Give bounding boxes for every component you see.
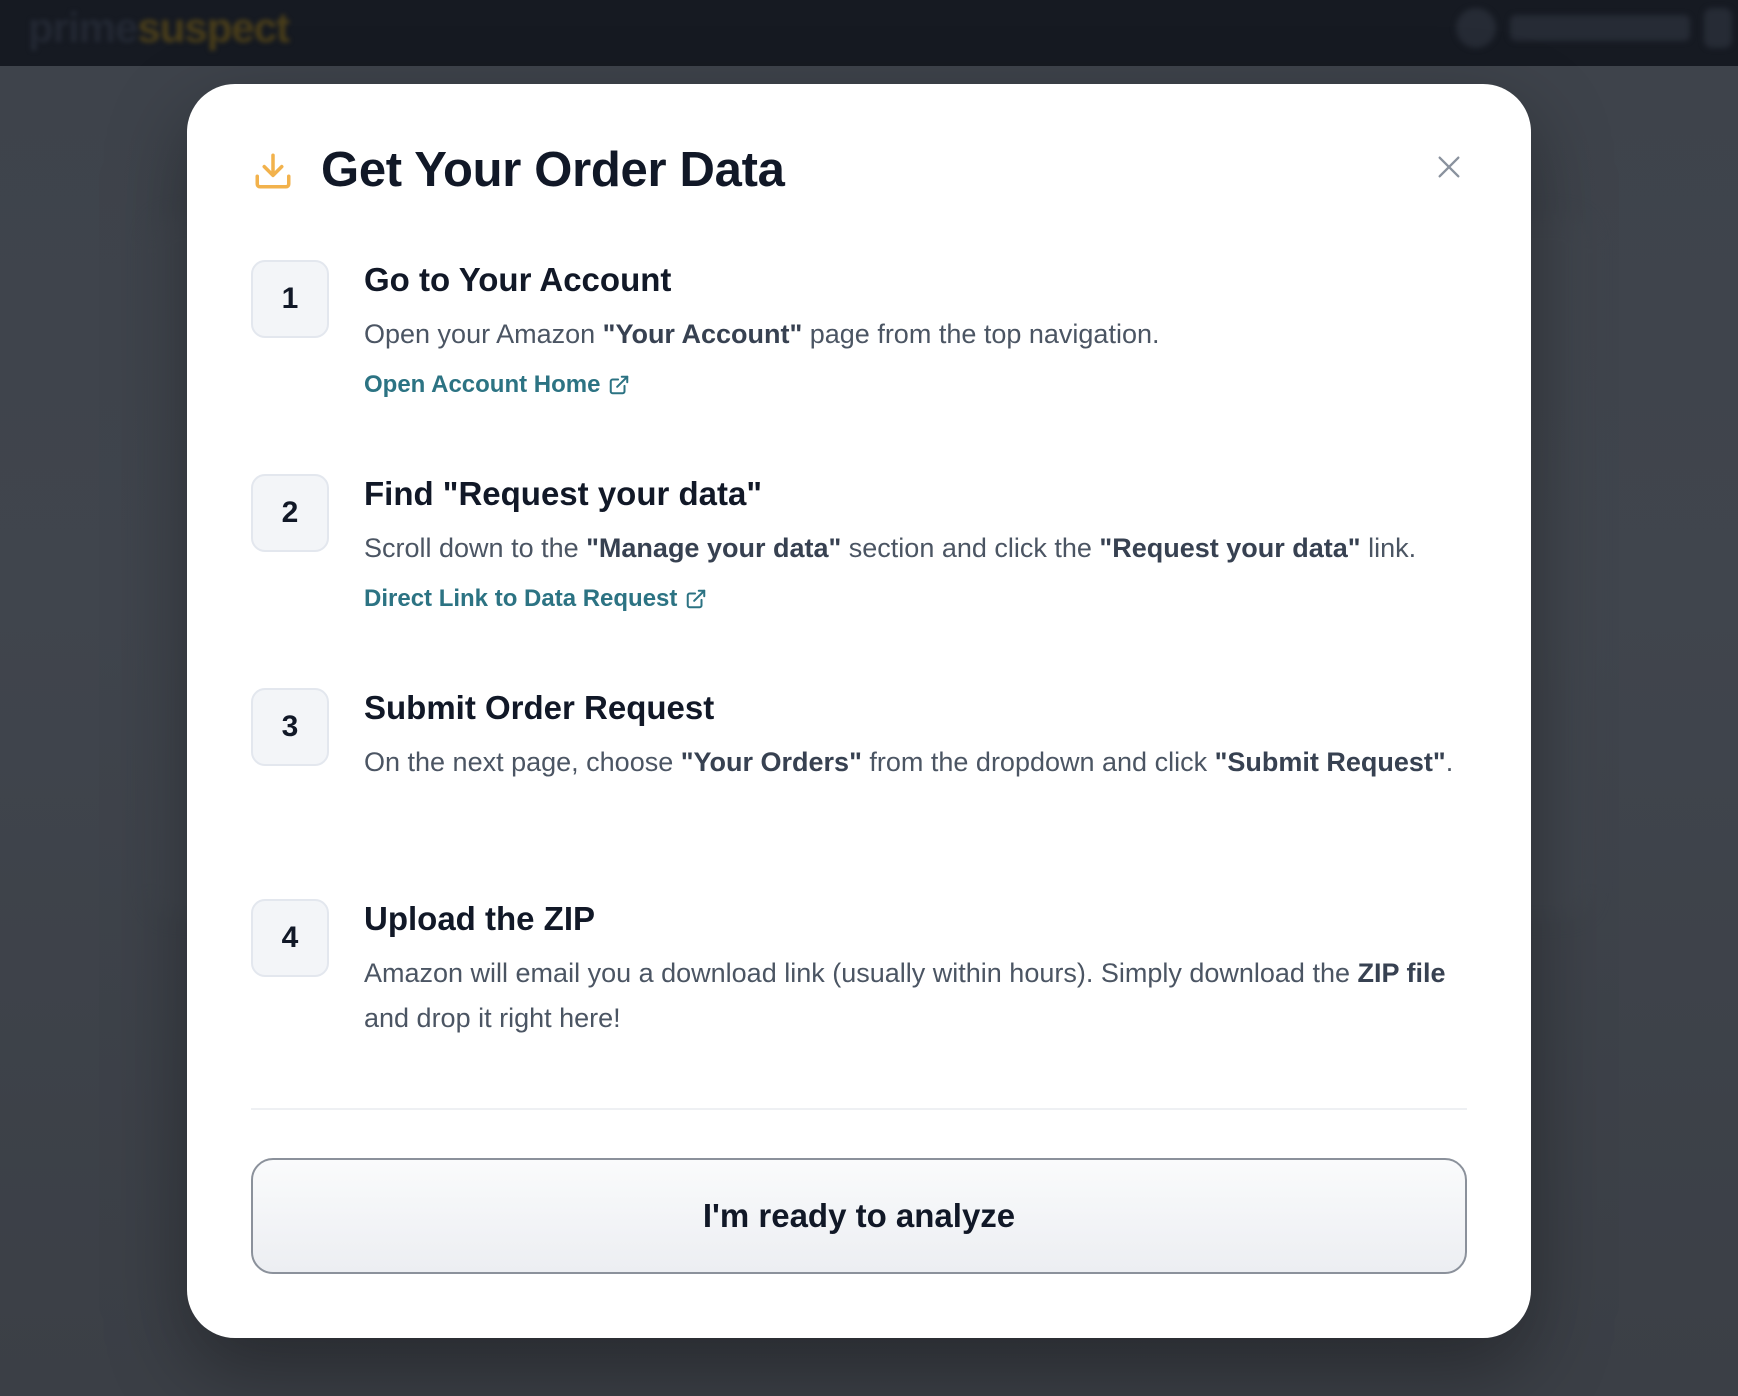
open-account-home-link[interactable]: Open Account Home <box>364 369 630 401</box>
step-description-text: Amazon will email you a download link (u… <box>364 958 1358 988</box>
modal-header: Get Your Order Data <box>251 146 785 195</box>
close-button[interactable] <box>1427 146 1471 190</box>
step-description: Open your Amazon "Your Account" page fro… <box>364 312 1467 357</box>
header-menu-placeholder <box>1704 8 1732 48</box>
order-data-modal: Get Your Order Data 1 Go to Your Account… <box>187 84 1531 1338</box>
step-title: Upload the ZIP <box>364 900 595 937</box>
step-description-emphasis: "Request your data" <box>1099 533 1361 563</box>
app-header-backdrop: primesuspect <box>0 0 1738 66</box>
link-label: Open Account Home <box>364 371 601 398</box>
step-number-badge: 2 <box>251 474 329 552</box>
data-request-link[interactable]: Direct Link to Data Request <box>364 583 707 615</box>
step-title: Find "Request your data" <box>364 475 762 512</box>
step-content: Upload the ZIP Amazon will email you a d… <box>364 899 1467 1041</box>
step-description-emphasis: ZIP file <box>1357 958 1446 988</box>
step-description-text: Open your Amazon <box>364 319 603 349</box>
step-title: Submit Order Request <box>364 689 715 726</box>
step-content: Find "Request your data" Scroll down to … <box>364 474 1467 615</box>
app-logo: primesuspect <box>28 4 290 52</box>
close-icon <box>1435 153 1463 184</box>
step-title: Go to Your Account <box>364 261 672 298</box>
step-description-text: Scroll down to the <box>364 533 587 563</box>
step-description-emphasis: "Your Orders" <box>680 747 862 777</box>
step-content: Go to Your Account Open your Amazon "You… <box>364 260 1467 401</box>
external-link-icon <box>608 374 630 396</box>
step-description-emphasis: "Submit Request" <box>1214 747 1446 777</box>
external-link-icon <box>685 588 707 610</box>
step-number-badge: 3 <box>251 688 329 766</box>
step-description-emphasis: "Manage your data" <box>586 533 842 563</box>
step-description-text: link. <box>1360 533 1417 563</box>
app-logo-part1: prime <box>28 4 138 51</box>
step-number-badge: 4 <box>251 899 329 977</box>
step-number-badge: 1 <box>251 260 329 338</box>
app-logo-part2: suspect <box>137 4 290 51</box>
step-description-text: from the dropdown and click <box>861 747 1215 777</box>
link-label: Direct Link to Data Request <box>364 585 678 612</box>
step-description-text: section and click the <box>841 533 1100 563</box>
avatar <box>1456 8 1496 48</box>
step-description-emphasis: "Your Account" <box>602 319 803 349</box>
step-description: Scroll down to the "Manage your data" se… <box>364 526 1467 571</box>
ready-to-analyze-button[interactable]: I'm ready to analyze <box>251 1158 1467 1274</box>
step-description-text: page from the top navigation. <box>802 319 1160 349</box>
step-description-text: and drop it right here! <box>364 1003 621 1033</box>
header-nav-placeholder <box>1510 15 1690 41</box>
download-icon <box>251 149 295 193</box>
app-header-actions <box>1456 8 1732 48</box>
modal-divider <box>251 1108 1467 1110</box>
step-description-text: . <box>1445 747 1454 777</box>
step-description-text: On the next page, choose <box>364 747 681 777</box>
step-content: Submit Order Request On the next page, c… <box>364 688 1467 785</box>
step-description: Amazon will email you a download link (u… <box>364 951 1467 1041</box>
step-description: On the next page, choose "Your Orders" f… <box>364 740 1467 785</box>
modal-title: Get Your Order Data <box>321 143 785 197</box>
